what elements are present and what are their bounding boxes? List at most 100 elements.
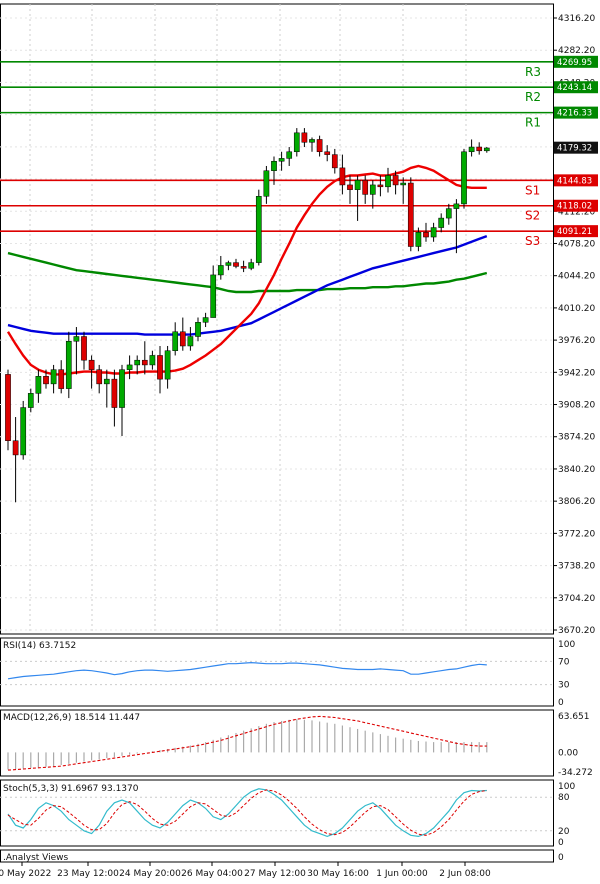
candle-up bbox=[217, 265, 224, 276]
candle-down bbox=[96, 369, 103, 385]
x-tick-label: 1 Jun 00:00 bbox=[376, 869, 428, 879]
y-tick-label: 3772.20 bbox=[558, 529, 595, 539]
candle-down bbox=[392, 175, 399, 186]
candle-down bbox=[423, 232, 429, 238]
macd-tick-label: 63.651 bbox=[558, 712, 590, 722]
x-tick-label: 26 May 04:00 bbox=[181, 869, 243, 879]
y-tick-label: 3670.20 bbox=[558, 626, 595, 636]
candle-up bbox=[65, 340, 72, 389]
candle-down bbox=[157, 355, 163, 380]
macd-tick-label: -34.272 bbox=[558, 768, 593, 778]
candle-up bbox=[73, 336, 80, 342]
candle-down bbox=[12, 440, 19, 456]
candle-up bbox=[263, 170, 270, 197]
rsi-label: RSI(14) 63.7152 bbox=[3, 641, 76, 651]
y-tick-label: 3704.20 bbox=[558, 594, 595, 604]
trading-chart: 4316.204282.204248.204214.204180.204146.… bbox=[0, 3, 598, 879]
candle-up bbox=[27, 393, 34, 408]
rsi-tick-label: 70 bbox=[558, 657, 570, 667]
candle-up bbox=[278, 158, 285, 162]
x-tick-label: 27 May 12:00 bbox=[244, 869, 306, 879]
rsi-tick-label: 100 bbox=[558, 640, 575, 650]
pivot-label-r3: R3 bbox=[525, 65, 541, 79]
x-tick-label: 23 May 12:00 bbox=[57, 869, 119, 879]
y-tick-label: 3806.20 bbox=[558, 497, 595, 507]
candle-up bbox=[453, 203, 460, 209]
x-tick-label: 20 May 2022 bbox=[0, 869, 51, 879]
stoch-tick-label: 20 bbox=[558, 827, 570, 837]
candle-up bbox=[430, 227, 437, 238]
candle-up bbox=[415, 232, 422, 247]
candle-down bbox=[331, 154, 338, 169]
candle-up bbox=[255, 196, 262, 263]
pivot-label-s2: S2 bbox=[525, 209, 540, 223]
candle-up bbox=[103, 378, 110, 385]
y-tick-label: 4044.20 bbox=[558, 272, 595, 282]
candle-up bbox=[445, 208, 452, 219]
pivot-price-tag-value: 4243.14 bbox=[557, 83, 592, 93]
candle-up bbox=[354, 179, 361, 190]
candle-up bbox=[483, 147, 490, 152]
candle-down bbox=[43, 376, 49, 385]
stoch-tick-label: 100 bbox=[558, 782, 575, 792]
candle-down bbox=[111, 378, 118, 408]
bottom-strip-tick: 0 bbox=[558, 853, 564, 863]
candle-up bbox=[164, 350, 171, 380]
pivot-price-tag-value: 4118.02 bbox=[557, 202, 592, 212]
candle-down bbox=[58, 369, 65, 389]
bottom-strip-frame bbox=[0, 849, 554, 863]
macd-label: MACD(12,26,9) 18.514 11.447 bbox=[3, 713, 140, 723]
candle-down bbox=[476, 146, 483, 152]
x-axis: 20 May 2022 23 May 12:0024 May 20:0026 Ma… bbox=[0, 862, 491, 879]
candle-down bbox=[141, 359, 148, 366]
current-price-value: 4179.32 bbox=[557, 144, 592, 154]
candle-up bbox=[400, 182, 407, 186]
pivot-label-s3: S3 bbox=[525, 234, 540, 248]
y-tick-label: 4282.20 bbox=[558, 46, 595, 56]
rsi-frame bbox=[0, 637, 554, 707]
stoch-label: Stoch(5,3,3) 91.6967 93.1370 bbox=[3, 784, 139, 794]
candle-up bbox=[35, 376, 42, 394]
pivot-price-tag-value: 4216.33 bbox=[557, 109, 592, 119]
candle-down bbox=[233, 262, 239, 267]
y-tick-label: 3874.20 bbox=[558, 433, 595, 443]
candle-up bbox=[172, 331, 179, 351]
rsi-tick-label: 30 bbox=[558, 681, 570, 691]
y-tick-label: 3840.20 bbox=[558, 465, 595, 475]
candle-up bbox=[461, 151, 467, 205]
candle-up bbox=[149, 355, 156, 366]
candle-up bbox=[271, 160, 277, 171]
candle-up bbox=[385, 175, 391, 188]
candle-up bbox=[187, 336, 194, 347]
pivot-price-tag-value: 4269.95 bbox=[557, 58, 592, 68]
x-tick-label: 24 May 20:00 bbox=[119, 869, 181, 879]
pivot-price-tag-value: 4144.83 bbox=[557, 176, 592, 186]
candle-up bbox=[225, 262, 232, 266]
candle-up bbox=[134, 359, 141, 366]
candle-up bbox=[293, 132, 300, 153]
candle-up bbox=[286, 151, 293, 159]
y-tick-label: 4316.20 bbox=[558, 14, 595, 24]
candle-up bbox=[210, 274, 217, 318]
watermark: .Analyst Views bbox=[3, 853, 68, 863]
y-tick-label: 4078.20 bbox=[558, 239, 595, 249]
candle-down bbox=[347, 184, 353, 190]
bottom-strip: 0 bbox=[0, 849, 564, 863]
candle-up bbox=[119, 369, 125, 408]
candle-up bbox=[438, 217, 445, 228]
candle-down bbox=[301, 132, 308, 143]
rsi-tick-label: 0 bbox=[558, 698, 564, 708]
candle-up bbox=[248, 262, 255, 269]
candle-down bbox=[88, 359, 95, 370]
pivot-label-s1: S1 bbox=[525, 183, 540, 197]
y-tick-label: 3908.20 bbox=[558, 401, 595, 411]
candle-down bbox=[339, 167, 346, 186]
candle-up bbox=[50, 369, 57, 385]
candle-up bbox=[126, 364, 133, 370]
candle-down bbox=[179, 331, 186, 347]
candle-down bbox=[240, 266, 247, 269]
candle-up bbox=[20, 407, 27, 456]
candle-down bbox=[407, 182, 414, 247]
y-tick-label: 4010.20 bbox=[558, 304, 595, 314]
pivot-price-tag-value: 4091.21 bbox=[557, 227, 592, 237]
